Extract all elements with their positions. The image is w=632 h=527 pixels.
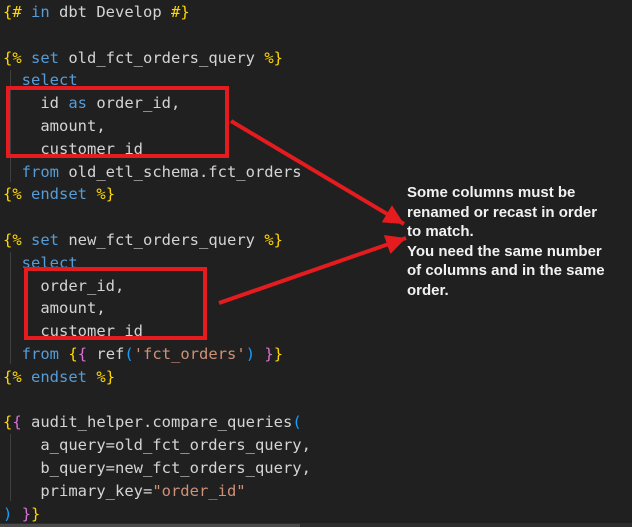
code-line: select (3, 69, 632, 92)
code-token: as (68, 94, 87, 112)
code-token: { (68, 345, 77, 363)
code-token: dbt Develop (50, 3, 171, 21)
code-token: id (3, 94, 68, 112)
code-token (22, 3, 31, 21)
code-token (22, 185, 31, 203)
code-line: {% endset %} (3, 366, 632, 389)
code-line (3, 24, 632, 47)
code-token: } (22, 505, 31, 523)
code-line: id as order_id, (3, 92, 632, 115)
annotation-note-line: Some columns must be (407, 183, 622, 203)
code-token: a_query=old_fct_orders_query, (3, 436, 311, 454)
code-token: customer_id (3, 322, 143, 340)
code-token: %} (264, 231, 283, 249)
code-token: select (22, 254, 78, 272)
code-token: ref (87, 345, 124, 363)
code-token: #} (171, 3, 190, 21)
code-token: primary_key= (3, 482, 152, 500)
code-token (3, 345, 22, 363)
code-token (87, 185, 96, 203)
code-line (3, 389, 632, 412)
code-token: b_query=new_fct_orders_query, (3, 459, 311, 477)
code-token: select (22, 71, 78, 89)
code-token (3, 71, 22, 89)
code-line: from {{ ref('fct_orders') }} (3, 343, 632, 366)
code-token: %} (96, 185, 115, 203)
code-token: } (31, 505, 40, 523)
code-line: amount, (3, 297, 632, 320)
code-token: endset (31, 368, 87, 386)
code-token: {% (3, 49, 22, 67)
horizontal-scrollbar[interactable] (0, 523, 632, 527)
annotation-note-line: to match. (407, 222, 622, 242)
code-line: ) }} (3, 503, 632, 526)
code-line: a_query=old_fct_orders_query, (3, 434, 632, 457)
annotation-note: Some columns must berenamed or recast in… (407, 183, 622, 300)
code-line: {{ audit_helper.compare_queries( (3, 411, 632, 434)
code-token: ( (124, 345, 133, 363)
code-token (87, 368, 96, 386)
annotation-note-line: renamed or recast in order (407, 203, 622, 223)
code-token: customer_id (3, 140, 143, 158)
code-token: ) (246, 345, 255, 363)
code-line: b_query=new_fct_orders_query, (3, 457, 632, 480)
code-line: primary_key="order_id" (3, 480, 632, 503)
code-token: %} (264, 49, 283, 67)
code-token: { (12, 413, 21, 431)
code-token: ) (3, 505, 12, 523)
code-token (255, 345, 264, 363)
code-token: audit_helper.compare_queries (22, 413, 293, 431)
code-token (22, 231, 31, 249)
code-token: { (3, 413, 12, 431)
code-token: ( (292, 413, 301, 431)
code-token (22, 49, 31, 67)
code-line: {% set old_fct_orders_query %} (3, 47, 632, 70)
code-token: {% (3, 185, 22, 203)
code-token: old_etl_schema.fct_orders (59, 163, 302, 181)
code-token: } (264, 345, 273, 363)
code-token: set (31, 231, 59, 249)
code-token (59, 345, 68, 363)
code-token (12, 505, 21, 523)
code-line: from old_etl_schema.fct_orders (3, 161, 632, 184)
code-token: 'fct_orders' (134, 345, 246, 363)
annotation-note-line: order. (407, 281, 622, 301)
code-token: {% (3, 231, 22, 249)
code-token: order_id, (87, 94, 180, 112)
code-token: amount, (3, 117, 106, 135)
code-line: customer_id (3, 138, 632, 161)
code-token: {% (3, 368, 22, 386)
code-token: %} (96, 368, 115, 386)
code-token (3, 163, 22, 181)
code-token: from (22, 345, 59, 363)
code-token: {# (3, 3, 22, 21)
code-token: "order_id" (152, 482, 245, 500)
code-token: new_fct_orders_query (59, 231, 264, 249)
code-token: old_fct_orders_query (59, 49, 264, 67)
editor-screen: {# in dbt Develop #} {% set old_fct_orde… (0, 0, 632, 527)
code-token (3, 254, 22, 272)
code-line: {# in dbt Develop #} (3, 1, 632, 24)
code-token: in (31, 3, 50, 21)
code-token: } (274, 345, 283, 363)
code-line: customer_id (3, 320, 632, 343)
code-token: order_id, (3, 277, 124, 295)
annotation-note-line: You need the same number (407, 242, 622, 262)
code-token: endset (31, 185, 87, 203)
code-token: set (31, 49, 59, 67)
code-token: amount, (3, 299, 106, 317)
code-token: { (78, 345, 87, 363)
code-token (22, 368, 31, 386)
code-line: amount, (3, 115, 632, 138)
annotation-note-line: of columns and in the same (407, 261, 622, 281)
code-token: from (22, 163, 59, 181)
